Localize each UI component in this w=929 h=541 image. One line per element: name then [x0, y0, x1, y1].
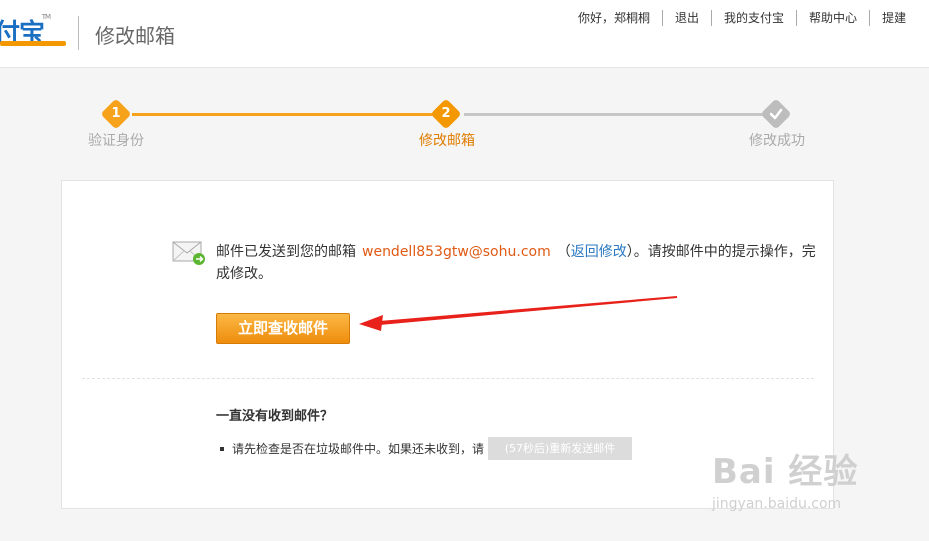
watermark-url: jingyan.baidu.com [712, 496, 842, 512]
step-1-label: 验证身份 [88, 133, 144, 149]
header-bar: 付宝 TM 修改邮箱 你好，郑桐桐 退出 我的支付宝 帮助中心 提建 [0, 0, 929, 68]
top-nav: 你好，郑桐桐 退出 我的支付宝 帮助中心 提建 [578, 10, 918, 26]
resend-tip: 请先检查是否在垃圾邮件中。如果还未收到，请 (57秒后)重新发送邮件 [220, 437, 633, 460]
section-divider [82, 378, 814, 379]
paren-open: （ [556, 244, 571, 260]
step-2-label: 修改邮箱 [419, 133, 475, 149]
nav-suggest[interactable]: 提建 [870, 10, 918, 26]
nav-help-center[interactable]: 帮助中心 [797, 10, 871, 26]
resend-tip-text: 请先检查是否在垃圾邮件中。如果还未收到，请 [232, 442, 485, 456]
header-divider [78, 16, 79, 50]
progress-line-pending [464, 113, 764, 116]
step-1-number: 1 [111, 106, 121, 121]
return-modify-link[interactable]: 返回修改 [571, 244, 627, 260]
not-received-heading: 一直没有收到邮件？ [216, 409, 334, 424]
red-arrow-annotation [359, 296, 677, 331]
nav-logout[interactable]: 退出 [663, 10, 713, 26]
envelope-icon [172, 241, 205, 265]
sent-message: 邮件已发送到您的邮箱 wendell853gtw@sohu.com （返回修改）。请… [216, 241, 816, 285]
progress-line-done [132, 113, 434, 116]
nav-greeting: 你好，郑桐桐 [578, 10, 664, 26]
paren-close: ） [626, 244, 634, 260]
nav-my-alipay[interactable]: 我的支付宝 [712, 10, 798, 26]
watermark-brand: Bai 经验 [712, 452, 859, 492]
trademark-mark: TM [41, 13, 51, 21]
check-icon [769, 108, 783, 120]
step-2-number: 2 [441, 106, 451, 121]
step-3-label: 修改成功 [749, 133, 805, 149]
baidu-watermark: Bai 经验 jingyan.baidu.com [712, 444, 859, 512]
bullet-dot [220, 446, 224, 451]
page-title: 修改邮箱 [95, 24, 175, 48]
message-prefix: 邮件已发送到您的邮箱 [216, 244, 356, 260]
email-address: wendell853gtw@sohu.com [362, 244, 551, 260]
logo-underline [0, 41, 66, 46]
check-mail-button[interactable]: 立即查收邮件 [216, 313, 350, 344]
resend-button[interactable]: (57秒后)重新发送邮件 [488, 437, 633, 460]
